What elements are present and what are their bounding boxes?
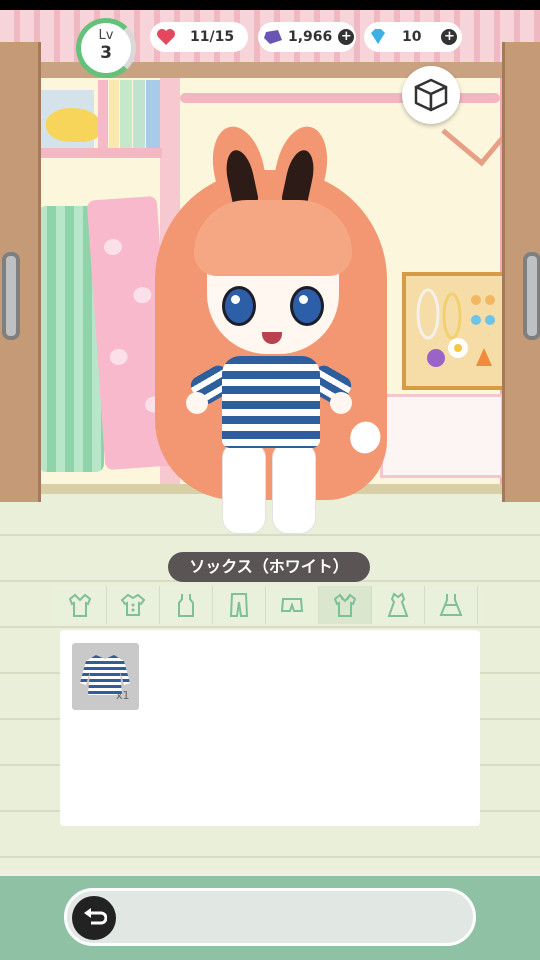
leg-right: [272, 442, 316, 534]
level-value: 3: [100, 43, 112, 63]
level-indicator: Lv 3: [76, 18, 136, 78]
tab-one-piece[interactable]: [425, 586, 478, 624]
door-handle: [523, 252, 540, 340]
shorts-icon: [280, 598, 304, 612]
bird-figurine: [46, 108, 102, 142]
door-handle: [2, 252, 20, 340]
diamonds-counter[interactable]: 10 +: [364, 22, 462, 52]
striped-dress: [222, 356, 320, 448]
wardrobe-button[interactable]: [402, 66, 460, 124]
tab-shorts[interactable]: [266, 586, 319, 624]
gem-icon: [264, 30, 282, 44]
tab-shirt-collar[interactable]: [319, 586, 372, 624]
book: [109, 80, 119, 148]
wardrobe-box-icon: [414, 78, 448, 112]
selected-item-name: ソックス（ホワイト）: [168, 552, 370, 582]
category-tabs: [54, 586, 484, 624]
level-label: Lv: [98, 28, 114, 43]
leg-left: [222, 442, 266, 534]
jewelry-icon: [416, 288, 495, 367]
heart-icon: [157, 29, 175, 45]
inventory-slot[interactable]: x1: [72, 643, 139, 710]
one-piece-icon: [439, 594, 463, 616]
hand-right: [330, 392, 352, 414]
hand-left: [186, 392, 208, 414]
shirt-collar-icon: [333, 593, 357, 617]
book: [98, 80, 108, 148]
cardigan-icon: [68, 593, 92, 617]
gems-counter[interactable]: 1,966 +: [258, 22, 356, 52]
eye-left: [222, 286, 256, 326]
add-gems-button[interactable]: +: [338, 29, 355, 45]
closet-shelf: [40, 148, 162, 158]
tank-top-icon: [178, 594, 194, 617]
blouse-icon: [120, 593, 146, 616]
tab-cardigan[interactable]: [54, 586, 107, 624]
gems-value: 1,966: [288, 29, 333, 45]
pants-icon: [229, 593, 249, 617]
jewelry-board: [402, 272, 506, 390]
item-count: x1: [116, 689, 130, 702]
book: [133, 80, 145, 148]
character-bangs: [194, 200, 352, 276]
tab-dress[interactable]: [372, 586, 425, 624]
diamonds-value: 10: [402, 29, 422, 45]
book: [120, 80, 132, 148]
tab-pants[interactable]: [213, 586, 266, 624]
add-diamonds-button[interactable]: +: [441, 29, 458, 45]
closet-door-right: [502, 42, 540, 502]
book: [146, 80, 160, 148]
tab-tank-top[interactable]: [160, 586, 213, 624]
hearts-counter[interactable]: 11/15: [150, 22, 248, 52]
drawer: [380, 394, 504, 478]
dress-icon: [387, 592, 409, 617]
diamond-icon: [371, 29, 385, 44]
tab-blouse[interactable]: [107, 586, 160, 624]
eye-right: [290, 286, 324, 326]
back-button[interactable]: [72, 896, 116, 940]
back-arrow-icon: [84, 908, 107, 925]
system-status-bar: [0, 0, 540, 10]
hearts-value: 11/15: [190, 29, 235, 45]
closet-door-left: [0, 42, 41, 502]
bottom-action-bar: [64, 888, 476, 946]
